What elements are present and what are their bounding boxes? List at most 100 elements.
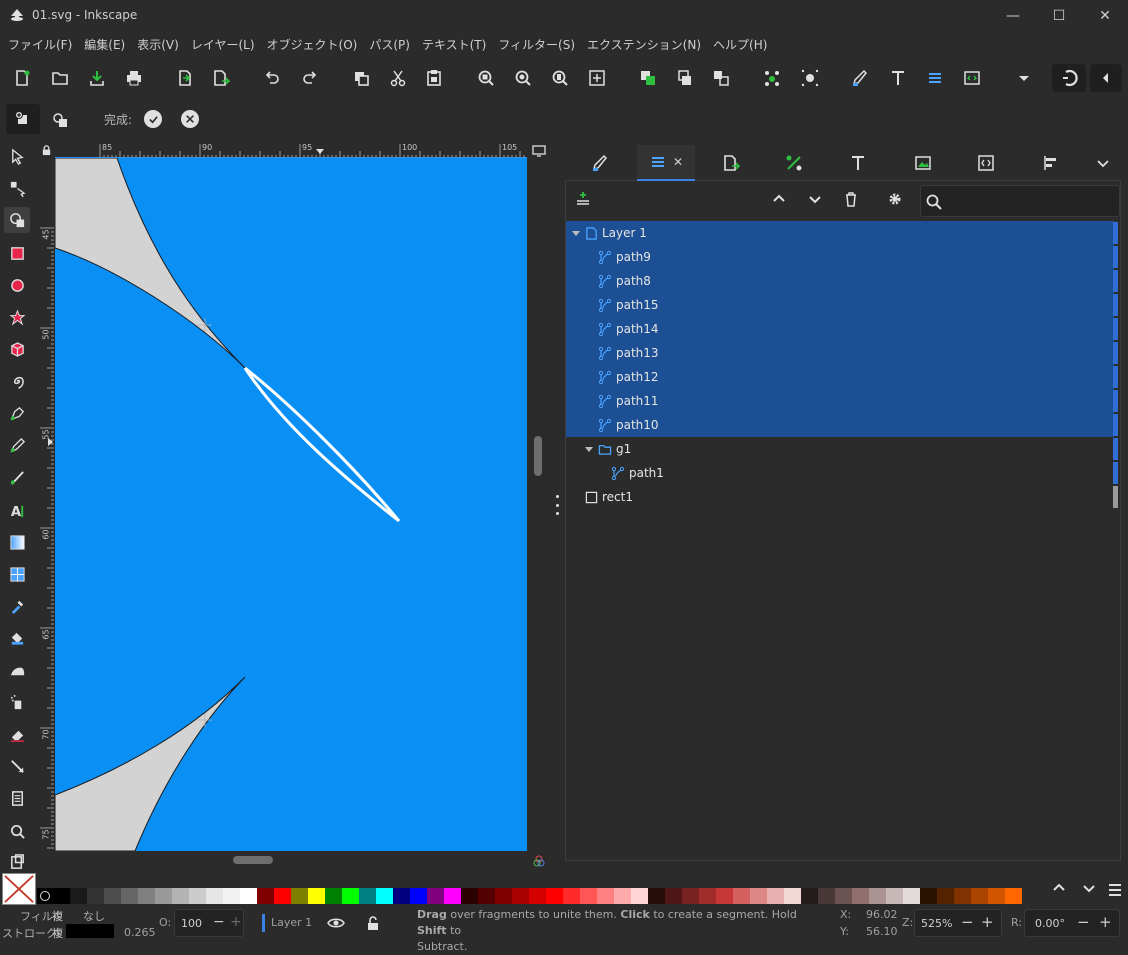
rectangle-tool[interactable]: [4, 240, 30, 266]
color-swatch[interactable]: [274, 888, 291, 904]
color-swatch[interactable]: [308, 888, 325, 904]
xml-editor-button[interactable]: [958, 64, 986, 92]
color-swatch[interactable]: [835, 888, 852, 904]
stroke-color-swatch[interactable]: [66, 924, 114, 938]
group-button[interactable]: [707, 64, 735, 92]
snap-toggle-button[interactable]: [1052, 64, 1086, 92]
cut-button[interactable]: [384, 64, 412, 92]
bottom-gray-shape[interactable]: [55, 676, 246, 851]
color-swatch[interactable]: [410, 888, 427, 904]
color-swatch[interactable]: [121, 888, 138, 904]
layer-row-rect1[interactable]: rect1: [566, 485, 1114, 509]
color-swatch[interactable]: [257, 888, 274, 904]
mesh-tool[interactable]: [4, 561, 30, 587]
zoom-field[interactable]: 525% − +: [914, 909, 1002, 937]
menu-layer[interactable]: レイヤー(L): [183, 32, 259, 53]
color-swatch[interactable]: [393, 888, 410, 904]
add-mode-button[interactable]: [6, 104, 40, 134]
menu-help[interactable]: ヘルプ(H): [705, 32, 771, 53]
color-swatch[interactable]: [886, 888, 903, 904]
delete-button[interactable]: [842, 190, 864, 212]
color-swatch[interactable]: [1005, 888, 1022, 904]
color-swatch[interactable]: [954, 888, 971, 904]
unset-paint-swatch[interactable]: [37, 888, 53, 904]
color-swatch[interactable]: [903, 888, 920, 904]
layer-row-path15[interactable]: path15: [566, 293, 1114, 317]
color-swatch[interactable]: [53, 888, 70, 904]
eraser-tool[interactable]: [4, 721, 30, 747]
zoom-center-button[interactable]: [583, 64, 611, 92]
connector-tool[interactable]: [4, 753, 30, 779]
close-button[interactable]: ✕: [1082, 0, 1128, 32]
color-swatch[interactable]: [104, 888, 121, 904]
tab-align-distribute[interactable]: [1021, 145, 1079, 181]
node-distribute-button[interactable]: [758, 64, 786, 92]
layer-row-g1[interactable]: g1: [566, 437, 1114, 461]
new-document-button[interactable]: [8, 64, 36, 92]
selector-tool[interactable]: [4, 143, 30, 169]
layer-row-path13[interactable]: path13: [566, 341, 1114, 365]
tweak-tool[interactable]: [4, 657, 30, 683]
dropper-tool[interactable]: [4, 593, 30, 619]
tab-fill-stroke[interactable]: [571, 145, 629, 181]
color-swatch[interactable]: [801, 888, 818, 904]
paint-bucket-tool[interactable]: [4, 625, 30, 651]
color-swatch[interactable]: [376, 888, 393, 904]
star-tool[interactable]: [4, 304, 30, 330]
color-swatch[interactable]: [869, 888, 886, 904]
cancel-button[interactable]: [181, 110, 199, 128]
stroke-width-value[interactable]: 0.265: [124, 926, 156, 939]
zoom-page-button[interactable]: [546, 64, 574, 92]
redo-button[interactable]: [296, 64, 324, 92]
color-swatch[interactable]: [223, 888, 240, 904]
color-swatch[interactable]: [325, 888, 342, 904]
menu-edit[interactable]: 編集(E): [76, 32, 129, 53]
import-button[interactable]: [171, 64, 199, 92]
move-down-button[interactable]: [806, 190, 828, 212]
color-swatch[interactable]: [342, 888, 359, 904]
color-swatch[interactable]: [665, 888, 682, 904]
menu-path[interactable]: パス(P): [361, 32, 414, 53]
menu-view[interactable]: 表示(V): [129, 32, 183, 53]
gradient-tool[interactable]: [4, 529, 30, 555]
panel-resize-handle[interactable]: [553, 495, 561, 515]
print-button[interactable]: [120, 64, 148, 92]
plus-icon[interactable]: +: [230, 914, 242, 930]
menu-object[interactable]: オブジェクト(O): [259, 32, 362, 53]
pencil-tool[interactable]: [4, 432, 30, 458]
menu-filters[interactable]: フィルター(S): [490, 32, 579, 53]
copy-button[interactable]: [347, 64, 375, 92]
menu-file[interactable]: ファイル(F): [0, 32, 76, 53]
layer-row-path12[interactable]: path12: [566, 365, 1114, 389]
horizontal-scrollbar-thumb[interactable]: [233, 856, 273, 864]
color-swatch[interactable]: [495, 888, 512, 904]
palette-menu-button[interactable]: [1106, 881, 1126, 901]
color-swatch[interactable]: [852, 888, 869, 904]
horizontal-ruler[interactable]: 85 90 95 100 105: [55, 142, 527, 158]
layer-row-Layer 1[interactable]: Layer 1: [566, 221, 1114, 245]
layer-row-path8[interactable]: path8: [566, 269, 1114, 293]
color-swatch[interactable]: [512, 888, 529, 904]
color-swatch[interactable]: [648, 888, 665, 904]
vertical-scrollbar-thumb[interactable]: [534, 436, 542, 476]
color-swatch[interactable]: [597, 888, 614, 904]
spiral-tool[interactable]: [4, 368, 30, 394]
tab-text-font[interactable]: [829, 145, 887, 181]
opacity-field[interactable]: 100 − +: [174, 909, 244, 937]
palette-scroll-up-button[interactable]: [1050, 879, 1070, 899]
menu-text[interactable]: テキスト(T): [414, 32, 490, 53]
confirm-button[interactable]: [144, 110, 162, 128]
tab-images[interactable]: [894, 145, 952, 181]
color-swatch[interactable]: [359, 888, 376, 904]
zoom-in-icon[interactable]: +: [981, 913, 994, 931]
color-swatch[interactable]: [529, 888, 546, 904]
color-swatch[interactable]: [580, 888, 597, 904]
undo-button[interactable]: [258, 64, 286, 92]
minus-icon[interactable]: −: [213, 914, 225, 930]
layer-visibility-button[interactable]: [327, 914, 345, 932]
measure-tool[interactable]: [4, 849, 30, 875]
color-swatch[interactable]: [291, 888, 308, 904]
color-swatch[interactable]: [733, 888, 750, 904]
maximize-button[interactable]: ☐: [1036, 0, 1082, 32]
color-swatch[interactable]: [478, 888, 495, 904]
